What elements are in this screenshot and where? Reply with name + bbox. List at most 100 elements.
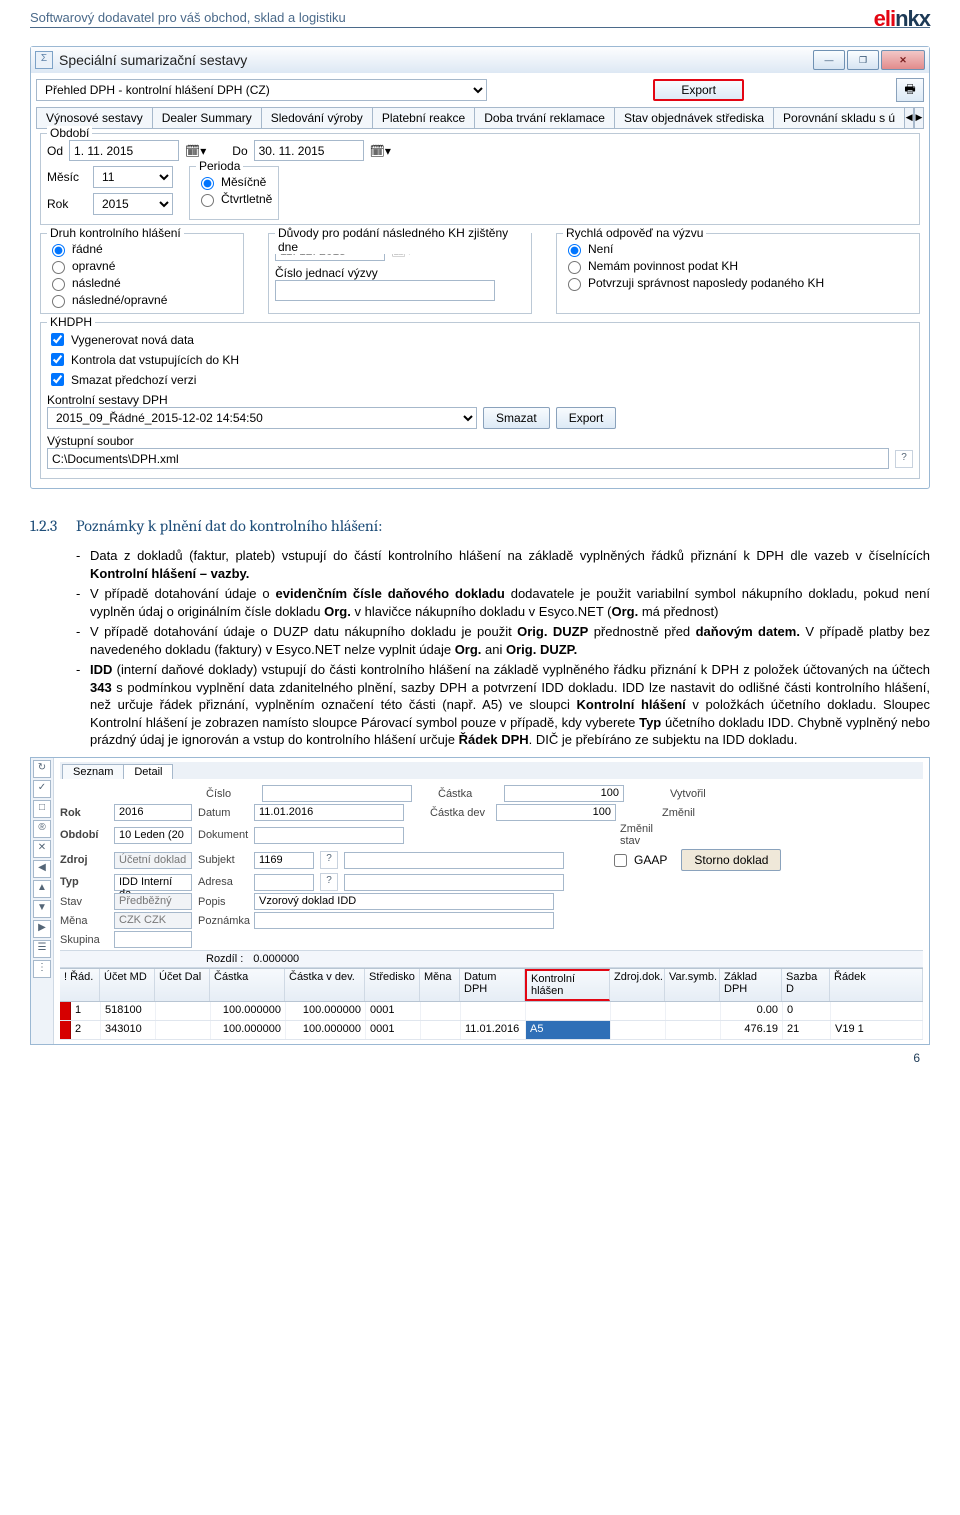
help-icon[interactable]: ? bbox=[320, 873, 338, 891]
od-date[interactable] bbox=[69, 140, 179, 161]
popis-label: Popis bbox=[198, 896, 248, 908]
section-heading: 1.2.3Poznámky k plnění dat do kontrolníh… bbox=[30, 517, 930, 535]
check-kontrola[interactable]: Kontrola dat vstupujících do KH bbox=[47, 350, 913, 369]
logo: elinkx bbox=[874, 6, 930, 32]
tool-icon[interactable]: ✓ bbox=[33, 780, 51, 798]
radio-nasledne-opravne[interactable]: následné/opravné bbox=[47, 292, 237, 308]
tab-seznam[interactable]: Seznam bbox=[62, 764, 124, 779]
mena-label: Měna bbox=[60, 915, 108, 927]
ks-select[interactable]: 2015_09_Řádné_2015-12-02 14:54:50 bbox=[47, 407, 477, 429]
dialog-window: Σ Speciální sumarizační sestavy — ❐ ✕ Př… bbox=[30, 46, 930, 489]
subjekt-field[interactable]: 1169 bbox=[254, 852, 314, 869]
cislo-jednaci-label: Číslo jednací výzvy bbox=[275, 266, 525, 280]
smazat-button[interactable]: Smazat bbox=[483, 407, 550, 429]
do-date[interactable] bbox=[254, 140, 364, 161]
titlebar: Σ Speciální sumarizační sestavy — ❐ ✕ bbox=[31, 47, 929, 73]
calendar-icon[interactable]: 🗓▾ bbox=[185, 144, 206, 158]
adresa-name-field[interactable] bbox=[344, 874, 564, 891]
cislo-field[interactable] bbox=[262, 785, 412, 802]
popis-field[interactable]: Vzorový doklad IDD bbox=[254, 893, 554, 910]
grid-header: ! Řád. Účet MD Účet Dal Částka Částka v … bbox=[60, 968, 923, 1002]
group-legend: Perioda bbox=[196, 159, 243, 173]
close-button[interactable]: ✕ bbox=[881, 50, 925, 70]
group-duvody: Důvody pro podání následného KH zjištěny… bbox=[268, 233, 532, 314]
tool-icon[interactable]: ▼ bbox=[33, 900, 51, 918]
tab-item[interactable]: Dealer Summary bbox=[152, 107, 262, 128]
group-perioda: Perioda Měsíčně Čtvrtletně bbox=[189, 166, 279, 220]
group-druh: Druh kontrolního hlášení řádné opravné n… bbox=[40, 233, 244, 314]
dokument-field[interactable] bbox=[254, 827, 404, 844]
tab-item[interactable]: Doba trvání reklamace bbox=[474, 107, 615, 128]
radio-radne[interactable]: řádné bbox=[47, 241, 237, 257]
tool-icon[interactable]: ▶ bbox=[33, 920, 51, 938]
help-icon[interactable]: ? bbox=[895, 450, 913, 468]
toolbar-vertical: ↻ ✓ □ ® ✕ ◀ ▲ ▼ ▶ ☰ ⋮ bbox=[31, 758, 54, 1044]
tool-icon[interactable]: ® bbox=[33, 820, 51, 838]
tab-item[interactable]: Výnosové sestavy bbox=[36, 107, 153, 128]
castka-field[interactable]: 100 bbox=[504, 785, 624, 802]
radio-neni[interactable]: Není bbox=[563, 241, 913, 257]
check-smazat[interactable]: Smazat předchozí verzi bbox=[47, 370, 913, 389]
tool-icon[interactable]: ☰ bbox=[33, 940, 51, 958]
tab-scroll-left[interactable]: ◀ bbox=[904, 107, 914, 128]
storno-button[interactable]: Storno doklad bbox=[681, 849, 781, 871]
obdobi-field[interactable]: 10 Leden (20 bbox=[114, 827, 192, 844]
tab-item[interactable]: Platební reakce bbox=[372, 107, 475, 128]
dokument-label: Dokument bbox=[198, 829, 248, 841]
tool-icon[interactable]: □ bbox=[33, 800, 51, 818]
tab-detail[interactable]: Detail bbox=[123, 764, 173, 779]
tool-icon[interactable]: ◀ bbox=[33, 860, 51, 878]
help-icon[interactable]: ? bbox=[320, 851, 338, 869]
bullet: IDD (interní daňové doklady) vstupují do… bbox=[76, 661, 930, 749]
radio-opravne[interactable]: opravné bbox=[47, 258, 237, 274]
header-rule bbox=[30, 27, 930, 28]
grid-row[interactable]: 2 343010 100.000000 100.000000 0001 11.0… bbox=[60, 1021, 923, 1040]
radio-mesicne[interactable]: Měsíčně bbox=[196, 174, 272, 190]
gaap-check[interactable]: GAAP bbox=[610, 851, 667, 870]
tab-item[interactable]: Porovnání skladu s ú bbox=[773, 107, 905, 128]
tool-icon[interactable]: ✕ bbox=[33, 840, 51, 858]
export2-button[interactable]: Export bbox=[556, 407, 617, 429]
group-rychla: Rychlá odpověď na výzvu Není Nemám povin… bbox=[556, 233, 920, 314]
print-icon[interactable]: 🖶 bbox=[896, 78, 924, 102]
tab-scroll-right[interactable]: ▶ bbox=[914, 107, 924, 128]
tool-icon[interactable]: ⋮ bbox=[33, 960, 51, 978]
group-legend: KHDPH bbox=[47, 315, 95, 329]
mesic-label: Měsíc bbox=[47, 170, 87, 184]
export-button[interactable]: Export bbox=[653, 79, 744, 101]
datum-field[interactable]: 11.01.2016 bbox=[254, 804, 404, 821]
rok-field[interactable]: 2016 bbox=[114, 804, 192, 821]
skupina-field[interactable] bbox=[114, 931, 192, 948]
group-legend: Druh kontrolního hlášení bbox=[47, 226, 184, 240]
subjekt-name-field[interactable] bbox=[344, 852, 564, 869]
radio-nemam[interactable]: Nemám povinnost podat KH bbox=[563, 258, 913, 274]
minimize-button[interactable]: — bbox=[813, 50, 845, 70]
tab-item[interactable]: Sledování výroby bbox=[261, 107, 373, 128]
tab-item[interactable]: Stav objednávek střediska bbox=[614, 107, 774, 128]
castkadev-label: Částka dev bbox=[430, 807, 490, 819]
zmenilstav-label: Změnil stav bbox=[620, 823, 668, 847]
cislo-jednaci-input[interactable] bbox=[275, 280, 495, 301]
tool-icon[interactable]: ↻ bbox=[33, 760, 51, 778]
obdobi-label: Období bbox=[60, 829, 108, 841]
typ-field[interactable]: IDD Interní da bbox=[114, 874, 192, 891]
rok-select[interactable]: 2015 bbox=[93, 193, 173, 215]
tool-icon[interactable]: ▲ bbox=[33, 880, 51, 898]
page-tagline: Softwarový dodavatel pro váš obchod, skl… bbox=[30, 10, 930, 25]
bullet: Data z dokladů (faktur, plateb) vstupují… bbox=[76, 547, 930, 582]
vystup-path[interactable] bbox=[47, 448, 889, 469]
adresa-field[interactable] bbox=[254, 874, 314, 891]
mesic-select[interactable]: 11 bbox=[93, 166, 173, 188]
detail-window: ↻ ✓ □ ® ✕ ◀ ▲ ▼ ▶ ☰ ⋮ Seznam Detail Čísl… bbox=[30, 757, 930, 1045]
radio-potvrzuji[interactable]: Potvrzuji správnost naposledy podaného K… bbox=[563, 275, 913, 291]
grid-row[interactable]: 1 518100 100.000000 100.000000 0001 0.00… bbox=[60, 1002, 923, 1021]
castkadev-field[interactable]: 100 bbox=[496, 804, 616, 821]
radio-ctvrtletne[interactable]: Čtvrtletně bbox=[196, 191, 272, 207]
maximize-button[interactable]: ❐ bbox=[847, 50, 879, 70]
poznamka-field[interactable] bbox=[254, 912, 554, 929]
calendar-icon[interactable]: 🗓▾ bbox=[370, 144, 391, 158]
check-vygenerovat[interactable]: Vygenerovat nová data bbox=[47, 330, 913, 349]
rok-label: Rok bbox=[60, 807, 108, 819]
report-select[interactable]: Přehled DPH - kontrolní hlášení DPH (CZ) bbox=[36, 79, 487, 101]
radio-nasledne[interactable]: následné bbox=[47, 275, 237, 291]
